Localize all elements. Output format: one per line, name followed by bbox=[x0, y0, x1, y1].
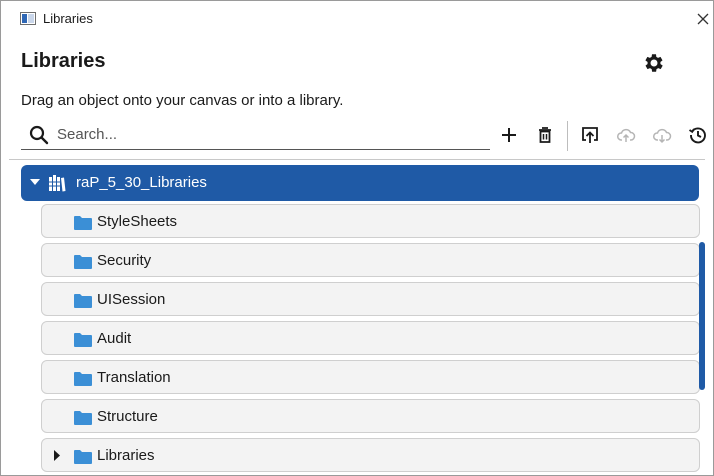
instruction-text: Drag an object onto your canvas or into … bbox=[21, 92, 344, 109]
export-button[interactable] bbox=[577, 122, 603, 148]
gear-icon bbox=[645, 54, 663, 72]
library-tree: raP_5_30_Libraries StyleSheets Security … bbox=[9, 159, 705, 476]
download-button[interactable] bbox=[649, 122, 675, 148]
cloud-download-icon bbox=[653, 128, 672, 144]
folder-icon bbox=[74, 450, 92, 464]
tree-item-audit[interactable]: Audit bbox=[41, 321, 700, 355]
tree-item-label: Structure bbox=[97, 408, 158, 425]
libraries-window: Libraries Libraries Drag an object onto … bbox=[0, 0, 714, 476]
caret-right-icon[interactable] bbox=[54, 450, 61, 461]
tree-root-label: raP_5_30_Libraries bbox=[76, 174, 207, 191]
folder-icon bbox=[74, 216, 92, 230]
tree-item-label: Security bbox=[97, 252, 152, 269]
toolbar-divider bbox=[567, 121, 568, 151]
tree-item-label: Libraries bbox=[97, 447, 155, 464]
plus-icon bbox=[502, 128, 516, 142]
tree-item-security[interactable]: Security bbox=[41, 243, 700, 277]
tree-item-label: StyleSheets bbox=[97, 213, 178, 230]
search-icon bbox=[29, 125, 49, 145]
history-icon bbox=[688, 127, 706, 144]
tree-item-label: UISession bbox=[97, 291, 166, 308]
search-input[interactable] bbox=[57, 122, 487, 146]
tree-root-row[interactable]: raP_5_30_Libraries bbox=[21, 165, 699, 201]
page-title: Libraries bbox=[21, 50, 106, 72]
folder-icon bbox=[74, 255, 92, 269]
history-button[interactable] bbox=[685, 122, 711, 148]
trash-icon bbox=[539, 127, 551, 143]
window-app-icon bbox=[20, 12, 36, 25]
tree-item-translation[interactable]: Translation bbox=[41, 360, 700, 394]
add-button[interactable] bbox=[496, 122, 522, 148]
library-icon bbox=[49, 175, 66, 192]
tree-item-label: Audit bbox=[97, 330, 132, 347]
window-title: Libraries bbox=[43, 11, 93, 26]
folder-icon bbox=[74, 411, 92, 425]
folder-icon bbox=[74, 294, 92, 308]
caret-down-icon[interactable] bbox=[30, 179, 40, 186]
folder-icon bbox=[74, 333, 92, 347]
cloud-upload-icon bbox=[617, 128, 636, 142]
close-icon bbox=[697, 13, 709, 25]
export-icon bbox=[582, 127, 598, 143]
folder-icon bbox=[74, 372, 92, 386]
search-bar bbox=[21, 120, 490, 150]
tree-item-stylesheets[interactable]: StyleSheets bbox=[41, 204, 700, 238]
tree-item-uisession[interactable]: UISession bbox=[41, 282, 700, 316]
tree-item-label: Translation bbox=[97, 369, 171, 386]
close-button[interactable] bbox=[695, 7, 713, 29]
title-bar: Libraries bbox=[1, 1, 713, 37]
settings-button[interactable] bbox=[642, 51, 666, 75]
delete-button[interactable] bbox=[532, 122, 558, 148]
tree-item-libraries[interactable]: Libraries bbox=[41, 438, 700, 472]
vertical-scrollbar[interactable] bbox=[699, 242, 705, 390]
tree-item-structure[interactable]: Structure bbox=[41, 399, 700, 433]
upload-button[interactable] bbox=[613, 122, 639, 148]
